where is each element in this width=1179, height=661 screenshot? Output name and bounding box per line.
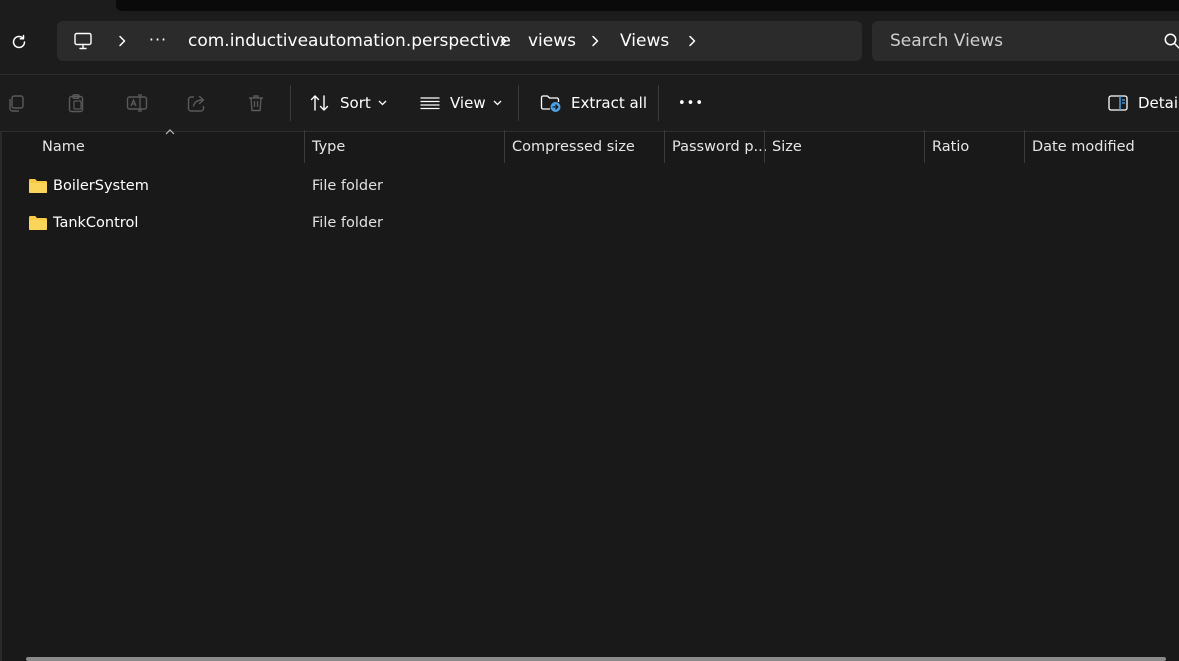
chevron-down-icon: [378, 100, 387, 106]
view-button[interactable]: View: [419, 89, 502, 117]
refresh-icon: [12, 34, 26, 49]
column-divider[interactable]: [504, 130, 505, 163]
delete-button[interactable]: [246, 89, 266, 117]
column-header-date-modified[interactable]: Date modified: [1032, 130, 1135, 164]
file-row-tankcontrol[interactable]: TankControl File folder: [20, 207, 1160, 239]
more-icon: •••: [678, 95, 705, 111]
folder-icon: [29, 179, 47, 193]
clipboard-icon: [68, 94, 84, 113]
chevron-right-icon[interactable]: [114, 33, 130, 49]
tab-strip: [116, 0, 1179, 11]
horizontal-scrollbar[interactable]: [26, 657, 1166, 661]
rename-icon: [126, 94, 148, 112]
pane-border: [0, 131, 2, 661]
details-pane-icon: [1108, 95, 1128, 111]
share-icon: [187, 95, 205, 112]
crumb-perspective[interactable]: com.inductiveautomation.perspective: [188, 21, 511, 61]
view-label: View: [450, 94, 486, 112]
extract-all-label: Extract all: [571, 94, 648, 112]
extract-folder-icon: [540, 95, 561, 112]
hidden-crumbs-button[interactable]: ···: [147, 29, 169, 51]
list-view-icon: [420, 97, 440, 110]
toolbar-divider: [658, 85, 659, 121]
details-button[interactable]: Details: [1108, 89, 1179, 117]
column-divider[interactable]: [924, 130, 925, 163]
paste-button[interactable]: [66, 89, 86, 117]
extract-all-button[interactable]: Extract all: [540, 89, 647, 117]
file-type: File folder: [312, 178, 383, 194]
copy-button[interactable]: [6, 89, 26, 117]
column-divider[interactable]: [304, 130, 305, 163]
toolbar-divider: [290, 85, 291, 121]
column-header-compressed-size[interactable]: Compressed size: [512, 130, 635, 164]
file-name: TankControl: [53, 215, 139, 231]
file-row-boilersystem[interactable]: BoilerSystem File folder: [20, 170, 1160, 202]
sort-icon: [310, 95, 329, 111]
crumb-views[interactable]: Views: [620, 21, 669, 61]
column-header-ratio[interactable]: Ratio: [932, 130, 969, 164]
chevron-down-icon: [493, 100, 502, 106]
crumb-views-lower[interactable]: views: [528, 21, 576, 61]
chevron-right-icon[interactable]: [587, 33, 603, 49]
copy-icon: [9, 95, 24, 112]
details-label: Details: [1138, 94, 1179, 112]
trash-icon: [249, 95, 263, 112]
refresh-button[interactable]: [6, 29, 32, 55]
column-header-password-protected[interactable]: Password p...: [672, 130, 767, 164]
command-bar: Sort View Extract all ••• Details: [0, 74, 1179, 132]
this-pc-button[interactable]: [72, 30, 94, 52]
monitor-icon: [74, 32, 92, 50]
column-divider[interactable]: [664, 130, 665, 163]
file-type: File folder: [312, 215, 383, 231]
address-bar[interactable]: ··· com.inductiveautomation.perspective …: [57, 21, 862, 61]
rename-button[interactable]: [126, 89, 148, 117]
column-divider[interactable]: [764, 130, 765, 163]
chevron-right-icon[interactable]: [495, 33, 511, 49]
search-box[interactable]: [872, 21, 1179, 61]
column-header-name[interactable]: Name: [42, 130, 85, 164]
toolbar-divider: [518, 85, 519, 121]
sort-ascending-icon: [165, 129, 175, 135]
sort-button[interactable]: Sort: [309, 89, 387, 117]
search-input[interactable]: [882, 21, 1168, 61]
file-name: BoilerSystem: [53, 178, 149, 194]
column-header-size[interactable]: Size: [772, 130, 802, 164]
share-button[interactable]: [186, 89, 208, 117]
chevron-right-icon[interactable]: [684, 33, 700, 49]
column-header-type[interactable]: Type: [312, 130, 345, 164]
more-options-button[interactable]: •••: [678, 89, 704, 117]
column-divider[interactable]: [1024, 130, 1025, 163]
folder-icon: [29, 216, 47, 230]
sort-label: Sort: [340, 94, 371, 112]
search-icon[interactable]: [1163, 32, 1179, 50]
